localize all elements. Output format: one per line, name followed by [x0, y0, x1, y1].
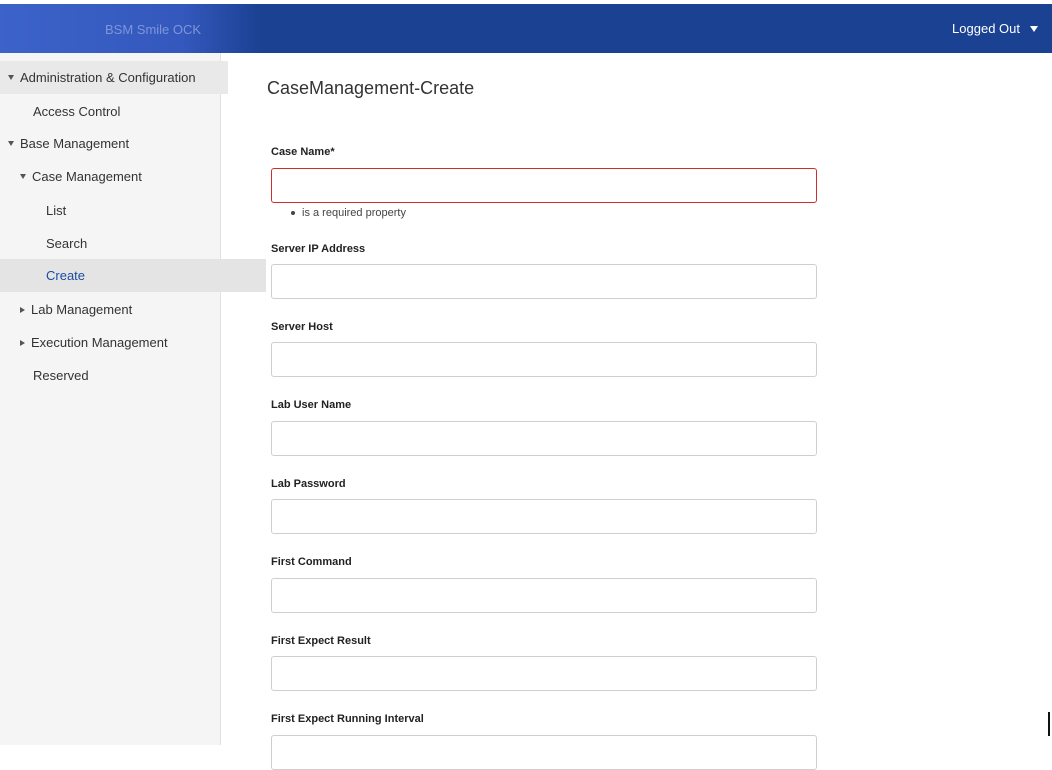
case-name-label: Case Name* [271, 146, 335, 158]
sidebar-item-label: Administration & Configuration [20, 70, 196, 85]
brand-text: BSM Smile OCK [105, 22, 202, 37]
sidebar-item-reserved[interactable]: Reserved [0, 359, 253, 392]
sidebar: Administration & Configuration Access Co… [0, 53, 266, 745]
expand-down-icon [8, 141, 14, 146]
lab-user-name-input[interactable] [271, 421, 817, 456]
server-host-label: Server Host [271, 321, 333, 333]
expand-right-icon [20, 339, 25, 346]
sidebar-item-access-control[interactable]: Access Control [0, 95, 253, 128]
sidebar-item-lab-management[interactable]: Lab Management [0, 293, 240, 326]
expand-down-icon [8, 75, 14, 80]
brand-area[interactable]: BSM Smile OCK [0, 4, 260, 53]
server-ip-label: Server IP Address [271, 243, 366, 255]
user-menu[interactable]: Logged Out [952, 21, 1038, 36]
sidebar-item-administration-configuration[interactable]: Administration & Configuration [0, 61, 228, 94]
first-command-label: First Command [271, 556, 352, 568]
lab-password-label: Lab Password [271, 478, 346, 490]
sidebar-item-case-management[interactable]: Case Management [0, 160, 240, 193]
page-title: CaseManagement-Create [267, 78, 475, 98]
first-expect-result-input[interactable] [271, 656, 817, 691]
sidebar-item-label: Lab Management [31, 302, 133, 317]
top-header: BSM Smile OCK Logged Out [0, 4, 1052, 53]
lab-password-input[interactable] [271, 499, 817, 534]
first-expect-result-label: First Expect Result [271, 635, 371, 647]
expand-down-icon [20, 174, 26, 179]
text-cursor [1048, 712, 1050, 736]
user-status: Logged Out [952, 21, 1020, 36]
server-ip-input[interactable] [271, 264, 817, 299]
sidebar-item-label: Search [46, 236, 88, 251]
first-command-input[interactable] [271, 578, 817, 613]
sidebar-item-label: Case Management [32, 169, 142, 184]
sidebar-item-execution-management[interactable]: Execution Management [0, 326, 240, 359]
sidebar-item-base-management[interactable]: Base Management [0, 127, 228, 160]
case-name-input[interactable] [271, 168, 817, 203]
first-expect-running-interval-input[interactable] [271, 735, 817, 770]
sidebar-item-label: Reserved [33, 368, 89, 383]
sidebar-item-label: Create [46, 268, 86, 283]
sidebar-item-label: Execution Management [31, 335, 168, 350]
sidebar-item-label: List [46, 203, 67, 218]
main-content: CaseManagement-Create Case Name* is a re… [221, 53, 1052, 770]
case-name-error-text: is a required property [302, 207, 406, 219]
sidebar-item-label: Base Management [20, 136, 130, 151]
bullet-icon [291, 211, 295, 215]
expand-right-icon [20, 306, 25, 313]
caret-down-icon [1030, 25, 1038, 32]
lab-user-name-label: Lab User Name [271, 399, 352, 411]
server-host-input[interactable] [271, 342, 817, 377]
case-name-error: is a required property [291, 207, 406, 219]
first-expect-running-interval-label: First Expect Running Interval [271, 713, 424, 725]
sidebar-item-label: Access Control [33, 104, 121, 119]
